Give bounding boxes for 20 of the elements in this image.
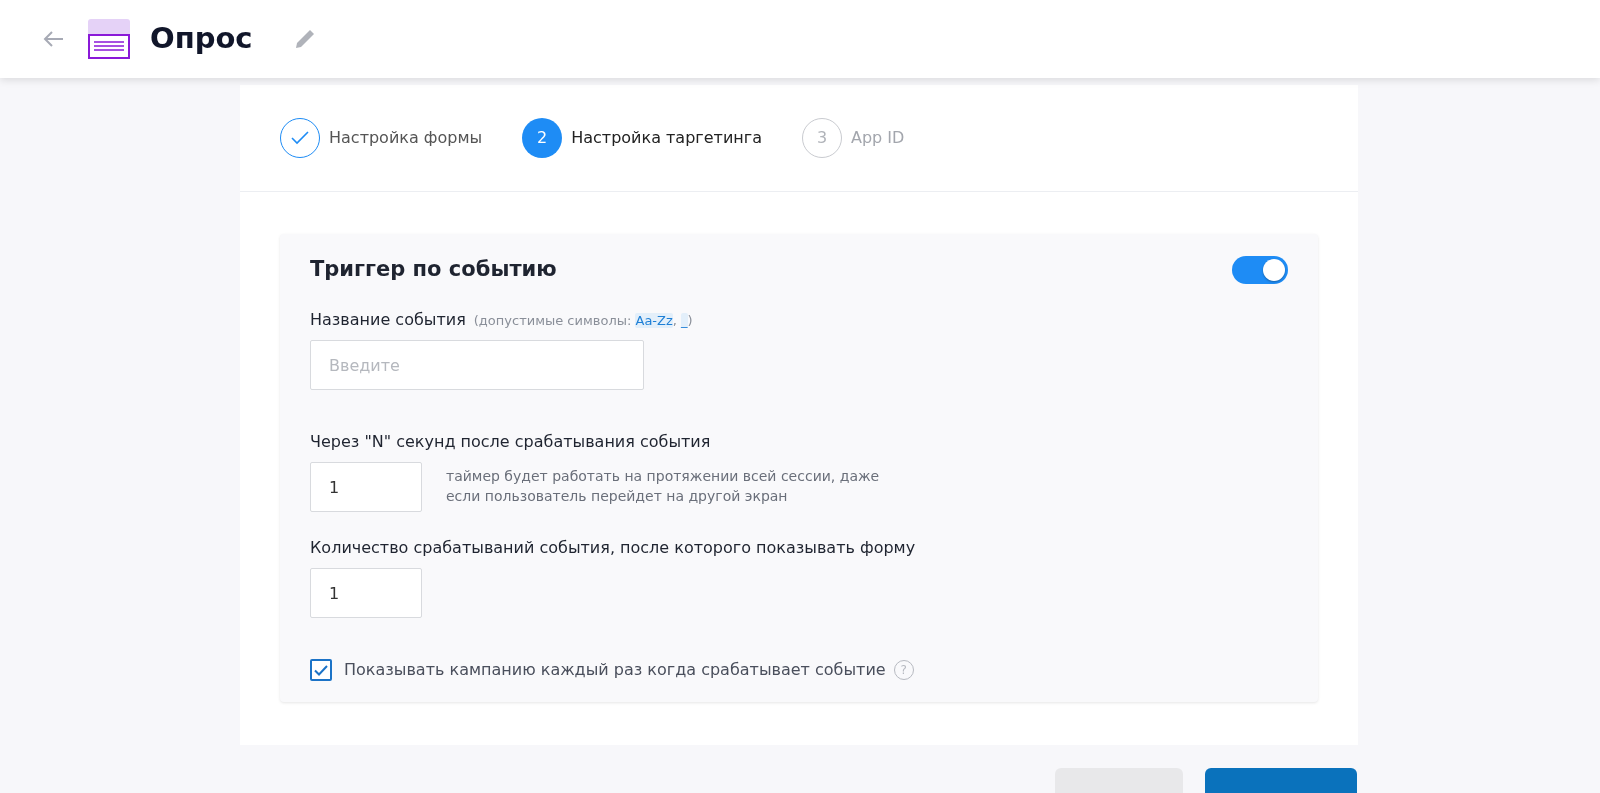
page-title: Опрос <box>150 20 253 58</box>
field-note: таймер будет работать на протяжении всей сессии, даже если пользователь перейдет на другой экран <box>446 467 881 507</box>
step-label: App ID <box>850 127 905 149</box>
seconds-input[interactable]: 1 <box>310 462 422 512</box>
step-label: Настройка формы <box>329 127 483 149</box>
step-label: Настройка таргетинга <box>571 127 762 149</box>
step-number: 2 <box>522 118 563 158</box>
form-icon <box>88 19 130 59</box>
checkbox[interactable] <box>310 659 332 681</box>
field-label: Количество срабатываний события, после которого показывать форму <box>310 537 917 559</box>
field-hint: (допустимые символы: Aa-Zz, _) <box>473 312 693 330</box>
checkbox-label: Показывать кампанию каждый раз когда срабатывает событие <box>344 659 886 681</box>
count-input[interactable]: 1 <box>310 568 422 618</box>
event-name-input[interactable]: Введите <box>310 340 644 390</box>
panel-title: Триггер по событию <box>310 257 557 283</box>
toggle-switch[interactable] <box>1232 256 1288 284</box>
field-label: Через "N" секунд после срабатывания события <box>310 431 712 453</box>
back-arrow-icon[interactable] <box>42 30 64 48</box>
field-label: Название события <box>310 309 466 331</box>
check-icon <box>314 664 328 676</box>
